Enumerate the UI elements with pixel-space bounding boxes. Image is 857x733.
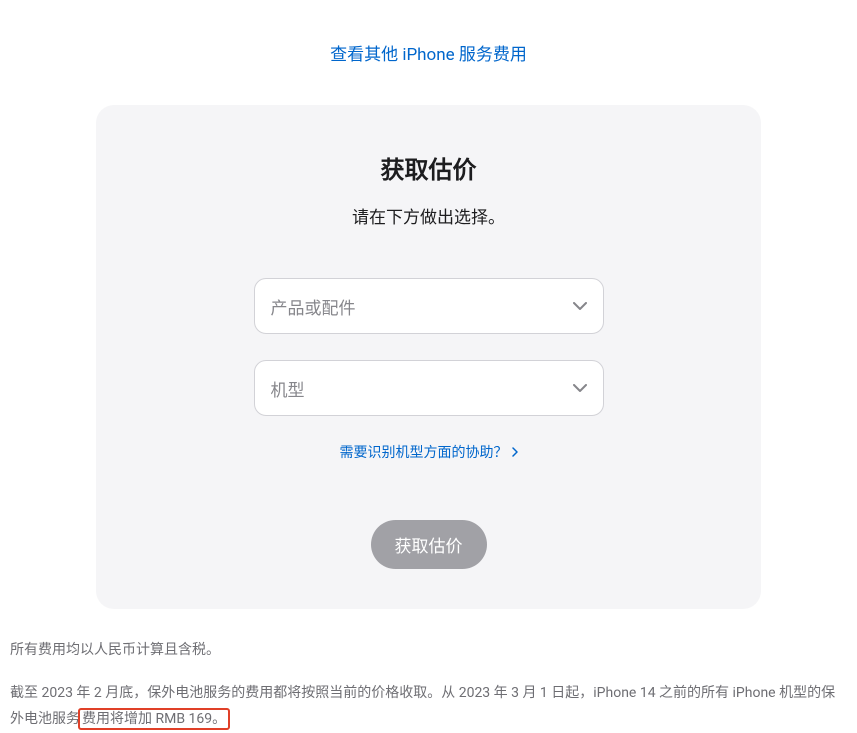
product-select-container: 产品或配件: [254, 278, 604, 334]
get-estimate-button[interactable]: 获取估价: [371, 520, 487, 569]
product-select[interactable]: 产品或配件: [254, 278, 604, 334]
model-select-container: 机型: [254, 360, 604, 416]
chevron-right-icon: [512, 447, 518, 457]
footer-notes: 所有费用均以人民币计算且含税。 截至 2023 年 2 月底，保外电池服务的费用…: [10, 637, 847, 733]
model-select-placeholder: 机型: [271, 376, 305, 401]
card-subtitle: 请在下方做出选择。: [126, 203, 731, 228]
product-select-placeholder: 产品或配件: [271, 294, 356, 319]
card-title: 获取估价: [126, 150, 731, 185]
chevron-down-icon: [573, 384, 587, 392]
chevron-down-icon: [573, 302, 587, 310]
help-identify-link[interactable]: 需要识别机型方面的协助？: [126, 442, 731, 462]
price-highlight: 费用将增加 RMB 169。: [78, 708, 230, 730]
other-services-link[interactable]: 查看其他 iPhone 服务费用: [0, 40, 857, 65]
help-link-text: 需要识别机型方面的协助？: [340, 442, 508, 462]
model-select[interactable]: 机型: [254, 360, 604, 416]
estimate-card: 获取估价 请在下方做出选择。 产品或配件 机型 需要识别机型方面的协助？ 获取估…: [96, 105, 761, 609]
footer-line1: 所有费用均以人民币计算且含税。: [10, 637, 847, 664]
footer-line2: 截至 2023 年 2 月底，保外电池服务的费用都将按照当前的价格收取。从 20…: [10, 680, 847, 733]
